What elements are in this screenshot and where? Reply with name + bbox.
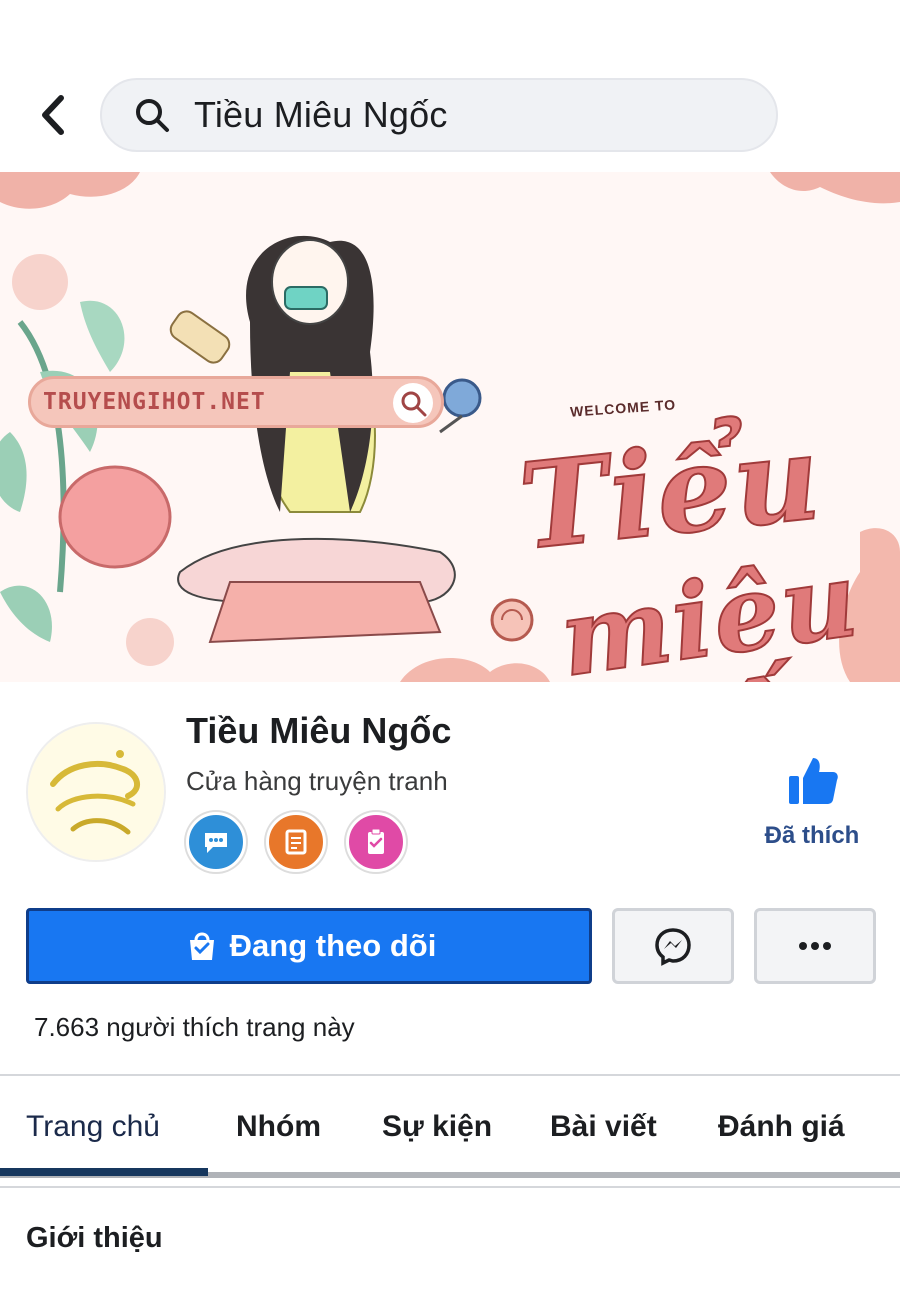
page-likes-count: 7.663 người thích trang này xyxy=(34,1012,355,1042)
chevron-left-icon xyxy=(42,95,64,135)
top-search-bar: Tiều Miêu Ngốc xyxy=(0,0,900,170)
more-options-button[interactable] xyxy=(754,908,876,984)
thumbs-up-icon xyxy=(789,758,838,804)
messenger-button[interactable] xyxy=(612,908,734,984)
cover-site-banner: TRUYENGIHOT.NET xyxy=(28,376,444,428)
cover-photo[interactable]: TRUYENGIHOT.NET WELCOME TO Tiểu miêu ngố… xyxy=(0,172,900,682)
shopping-bag-icon xyxy=(182,926,222,966)
tab-reviews[interactable]: Đánh giá xyxy=(718,1110,845,1144)
following-button[interactable]: Đang theo dõi xyxy=(26,908,592,984)
back-button[interactable] xyxy=(28,90,76,140)
about-section-title: Giới thiệu xyxy=(26,1222,163,1254)
page-tabs: Trang chủ Nhóm Sự kiện Bài viết Đánh giá xyxy=(0,1092,900,1172)
following-label: Đang theo dõi xyxy=(229,928,437,963)
section-divider xyxy=(0,1074,900,1076)
cover-site-label: TRUYENGIHOT.NET xyxy=(43,389,266,415)
chat-badge-icon[interactable] xyxy=(186,812,246,872)
page-category: Cửa hàng truyện tranh xyxy=(186,766,448,796)
badge-list xyxy=(186,812,406,872)
clipboard-badge-icon[interactable] xyxy=(346,812,406,872)
active-tab-indicator xyxy=(0,1168,208,1176)
page-avatar[interactable] xyxy=(26,722,166,862)
tabs-bottom-divider xyxy=(0,1186,900,1188)
document-badge-icon[interactable] xyxy=(266,812,326,872)
avatar-logo-image xyxy=(28,724,164,860)
page-actions-row: Đang theo dõi xyxy=(0,904,900,988)
search-input[interactable]: Tiều Miêu Ngốc xyxy=(100,78,778,152)
more-dots-icon xyxy=(799,942,831,950)
messenger-icon xyxy=(655,928,691,966)
facebook-page-screen: Tiều Miêu Ngốc TRUYENGIHOT.NET WELCOME T… xyxy=(0,0,900,1290)
page-title: Tiều Miêu Ngốc xyxy=(186,710,452,751)
tab-groups[interactable]: Nhóm xyxy=(236,1110,321,1144)
liked-button[interactable]: Đã thích xyxy=(756,752,868,850)
tab-home[interactable]: Trang chủ xyxy=(26,1110,160,1144)
search-icon xyxy=(132,95,172,135)
search-icon xyxy=(393,383,433,423)
tab-events[interactable]: Sự kiện xyxy=(382,1110,492,1144)
page-profile-section: Tiều Miêu Ngốc Cửa hàng truyện tranh Đã … xyxy=(0,682,900,892)
liked-label: Đã thích xyxy=(764,822,860,849)
tab-posts[interactable]: Bài viết xyxy=(550,1110,657,1144)
search-query-text: Tiều Miêu Ngốc xyxy=(194,94,448,135)
